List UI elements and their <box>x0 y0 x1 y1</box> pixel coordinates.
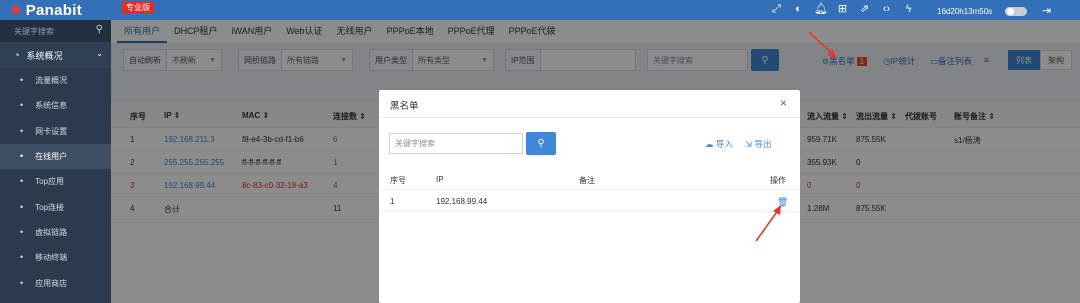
sidebar-group-system-overview[interactable]: ◔ 系统概况 ⌄ <box>0 42 111 68</box>
sidebar-item-online-users[interactable]: • 在线用户 <box>0 143 111 170</box>
bullet-icon: • <box>20 75 24 86</box>
dialog-search-input[interactable]: 关键字搜索 <box>389 133 523 154</box>
dialog-table-header: 序号 IP 备注 操作 <box>379 170 800 190</box>
sidebar-item-label: 虚拟链路 <box>35 227 68 237</box>
import-button[interactable]: ☁︎ 导入 <box>705 138 733 150</box>
dialog-col-index: 序号 <box>390 176 406 185</box>
close-icon[interactable]: × <box>780 96 787 110</box>
cloud-upload-icon: ☁︎ <box>705 139 714 149</box>
sidebar-item-label: 应用商店 <box>35 278 68 288</box>
bullet-icon: • <box>20 201 24 212</box>
sidebar-item-label: Top连接 <box>35 202 65 212</box>
dialog-col-ip: IP <box>436 175 444 184</box>
import-label: 导入 <box>715 139 733 149</box>
dialog-search-button[interactable]: ⚲ <box>526 132 556 155</box>
sidebar-item-mobile-terminals[interactable]: • 移动终端 <box>0 245 111 270</box>
dialog-title: 黑名单 <box>390 101 419 112</box>
sidebar-item-app-store[interactable]: • 应用商店 <box>0 270 111 295</box>
sidebar-item-system-info[interactable]: • 系统信息 <box>0 93 111 118</box>
dialog-col-action: 操作 <box>770 176 786 185</box>
sidebar-search-placeholder: 关键字搜索 <box>14 26 54 36</box>
logout-icon[interactable]: ⇥ <box>1042 4 1051 17</box>
bullet-icon: • <box>20 100 24 111</box>
mode-toggle[interactable] <box>1005 7 1027 16</box>
dashboard-icon: ◔ <box>14 50 20 60</box>
flash-icon[interactable]: ϟ <box>902 3 915 15</box>
bullet-icon: • <box>20 125 24 136</box>
panabit-logo-icon: ✱ <box>10 2 22 18</box>
export-icon: ⇲ <box>745 139 753 149</box>
edition-badge: 专业版 <box>122 1 154 14</box>
trash-icon[interactable]: 🗑︎ <box>777 197 788 208</box>
theme-icon[interactable]: ◐ <box>792 3 805 15</box>
sidebar-item-label: 在线用户 <box>35 152 68 162</box>
sidebar-item-label: 网卡设置 <box>35 126 68 136</box>
dialog-cell-ip: 192.168.99.44 <box>436 197 488 206</box>
dialog-search-placeholder: 关键字搜索 <box>395 139 435 148</box>
top-toolbar: ⤢ ◐ 🔔︎ ⊞ ⇗ ‹› ϟ <box>770 3 915 15</box>
bell-icon[interactable]: 🔔︎ <box>814 3 828 15</box>
expand-icon[interactable]: ⤢ <box>770 3 783 15</box>
sidebar-search-input[interactable]: 关键字搜索 ⚲ <box>0 20 111 42</box>
code-icon[interactable]: ‹› <box>880 3 893 15</box>
sidebar-item-traffic-overview[interactable]: • 流量概况 <box>0 68 111 93</box>
search-icon[interactable]: ⚲ <box>96 24 103 35</box>
top-bar: ✱ Panabit 专业版 ⤢ ◐ 🔔︎ ⊞ ⇗ ‹› ϟ 16d20h13m5… <box>0 0 1080 20</box>
sidebar-item-label: Top应用 <box>35 177 65 187</box>
search-icon: ⚲ <box>537 138 545 149</box>
sidebar-item-label: 流量概况 <box>35 76 68 86</box>
chevron-down-icon: ⌄ <box>96 49 103 58</box>
sidebar-item-top-connections[interactable]: • Top连接 <box>0 194 111 219</box>
dialog-table-row: 1 192.168.99.44 <box>379 190 800 212</box>
bullet-icon: • <box>20 252 24 263</box>
dialog-divider <box>379 117 800 118</box>
bullet-icon: • <box>20 151 24 162</box>
sidebar-item-label: 移动终端 <box>35 253 68 263</box>
bullet-icon: • <box>20 176 24 187</box>
sidebar-item-virtual-links[interactable]: • 虚拟链路 <box>0 220 111 245</box>
dialog-col-note: 备注 <box>579 176 595 185</box>
grid-icon[interactable]: ⊞ <box>836 3 849 15</box>
bullet-icon: • <box>20 277 24 288</box>
export-label: 导出 <box>754 139 772 149</box>
sidebar: 关键字搜索 ⚲ ◔ 系统概况 ⌄ • 流量概况 • 系统信息 • 网卡设置 • 在线用户… <box>0 20 111 303</box>
sidebar-item-top-apps[interactable]: • Top应用 <box>0 169 111 194</box>
share-icon[interactable]: ⇗ <box>858 3 871 15</box>
sidebar-group-label: 系统概况 <box>26 50 63 61</box>
sidebar-item-nic-settings[interactable]: • 网卡设置 <box>0 119 111 144</box>
brand-name: Panabit <box>25 1 83 19</box>
sidebar-item-label: 系统信息 <box>35 101 68 111</box>
uptime-text: 16d20h13m50s <box>937 7 993 16</box>
dialog-cell-index: 1 <box>390 197 395 206</box>
blacklist-dialog: 黑名单 × 关键字搜索 ⚲ ☁︎ 导入 ⇲ 导出 序号 IP 备注 操作 1 1… <box>379 90 800 303</box>
bullet-icon: • <box>20 226 24 237</box>
logo: ✱ Panabit <box>10 0 82 20</box>
export-button[interactable]: ⇲ 导出 <box>745 138 772 150</box>
